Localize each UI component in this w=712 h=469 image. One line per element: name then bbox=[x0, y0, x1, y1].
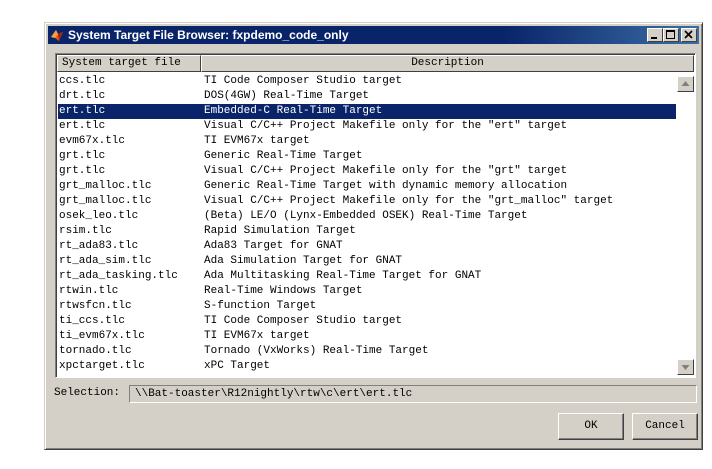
list-rows: ccs.tlc TI Code Composer Studio target drt… bbox=[58, 74, 676, 374]
table-row[interactable]: ert.tlc Embedded-C Real-Time Target bbox=[58, 104, 676, 119]
ok-button[interactable]: OK bbox=[558, 413, 624, 440]
close-icon[interactable] bbox=[681, 28, 697, 42]
row-file-name: rt_ada_sim.tlc bbox=[59, 255, 152, 267]
table-row[interactable]: rtwsfcn.tlc S-function Target bbox=[58, 299, 676, 314]
target-file-list[interactable]: System target file Description ccs.tlc TI… bbox=[55, 53, 696, 378]
vertical-scrollbar[interactable] bbox=[677, 73, 694, 376]
row-description: Real-Time Windows Target bbox=[204, 285, 363, 297]
selection-label: Selection: bbox=[54, 387, 121, 399]
row-description: TI Code Composer Studio target bbox=[204, 75, 403, 87]
row-description: Generic Real-Time Target bbox=[204, 150, 363, 162]
row-file-name: drt.tlc bbox=[59, 90, 106, 102]
table-row[interactable]: evm67x.tlc TI EVM67x target bbox=[58, 134, 676, 149]
row-description: xPC Target bbox=[204, 360, 271, 372]
row-description: TI EVM67x target bbox=[204, 330, 310, 342]
list-header: System target file Description bbox=[57, 55, 694, 72]
table-row[interactable]: grt_malloc.tlc Visual C/C++ Project Makef… bbox=[58, 194, 676, 209]
row-file-name: grt_malloc.tlc bbox=[59, 180, 152, 192]
table-row[interactable]: rt_ada_tasking.tlc Ada Multitasking Real-… bbox=[58, 269, 676, 284]
row-file-name: xpctarget.tlc bbox=[59, 360, 145, 372]
row-description: DOS(4GW) Real-Time Target bbox=[204, 90, 370, 102]
table-row[interactable]: grt.tlc Visual C/C++ Project Makefile onl… bbox=[58, 164, 676, 179]
table-row[interactable]: ert.tlc Visual C/C++ Project Makefile onl… bbox=[58, 119, 676, 134]
table-row[interactable]: rsim.tlc Rapid Simulation Target bbox=[58, 224, 676, 239]
row-file-name: grt.tlc bbox=[59, 165, 106, 177]
row-file-name: ert.tlc bbox=[59, 105, 106, 117]
row-file-name: evm67x.tlc bbox=[59, 135, 126, 147]
table-row[interactable]: rt_ada83.tlc Ada83 Target for GNAT bbox=[58, 239, 676, 254]
table-row[interactable]: xpctarget.tlc xPC Target bbox=[58, 359, 676, 374]
window-title: System Target File Browser: fxpdemo_code… bbox=[68, 28, 349, 42]
row-file-name: rt_ada_tasking.tlc bbox=[59, 270, 178, 282]
title-bar[interactable]: System Target File Browser: fxpdemo_code… bbox=[48, 26, 699, 44]
row-description: Visual C/C++ Project Makefile only for t… bbox=[204, 165, 568, 177]
matlab-icon bbox=[50, 28, 64, 42]
scroll-down-icon[interactable] bbox=[677, 359, 694, 375]
row-file-name: ert.tlc bbox=[59, 120, 106, 132]
row-description: S-function Target bbox=[204, 300, 317, 312]
table-row[interactable]: rt_ada_sim.tlc Ada Simulation Target for … bbox=[58, 254, 676, 269]
row-file-name: ti_evm67x.tlc bbox=[59, 330, 145, 342]
row-file-name: rt_ada83.tlc bbox=[59, 240, 139, 252]
row-description: (Beta) LE/O (Lynx-Embedded OSEK) Real-Ti… bbox=[204, 210, 528, 222]
selection-path-field[interactable]: \\Bat-toaster\R12nightly\rtw\c\ert\ert.t… bbox=[129, 385, 697, 403]
row-description: Rapid Simulation Target bbox=[204, 225, 356, 237]
table-row[interactable]: rtwin.tlc Real-Time Windows Target bbox=[58, 284, 676, 299]
table-row[interactable]: ti_ccs.tlc TI Code Composer Studio target bbox=[58, 314, 676, 329]
table-row[interactable]: grt.tlc Generic Real-Time Target bbox=[58, 149, 676, 164]
cancel-button[interactable]: Cancel bbox=[632, 413, 698, 440]
row-file-name: grt_malloc.tlc bbox=[59, 195, 152, 207]
row-description: Ada83 Target for GNAT bbox=[204, 240, 343, 252]
row-description: TI Code Composer Studio target bbox=[204, 315, 403, 327]
row-file-name: ccs.tlc bbox=[59, 75, 106, 87]
table-row[interactable]: drt.tlc DOS(4GW) Real-Time Target bbox=[58, 89, 676, 104]
scroll-up-icon[interactable] bbox=[677, 76, 694, 92]
row-description: Ada Simulation Target for GNAT bbox=[204, 255, 403, 267]
row-file-name: ti_ccs.tlc bbox=[59, 315, 126, 327]
maximize-icon[interactable] bbox=[663, 28, 679, 42]
table-row[interactable]: tornado.tlc Tornado (VxWorks) Real-Time T… bbox=[58, 344, 676, 359]
table-row[interactable]: ti_evm67x.tlc TI EVM67x target bbox=[58, 329, 676, 344]
table-row[interactable]: grt_malloc.tlc Generic Real-Time Target w… bbox=[58, 179, 676, 194]
column-header-description[interactable]: Description bbox=[201, 55, 694, 72]
table-row[interactable]: osek_leo.tlc (Beta) LE/O (Lynx-Embedded O… bbox=[58, 209, 676, 224]
target-file-browser-window: System Target File Browser: fxpdemo_code… bbox=[44, 22, 703, 450]
row-file-name: osek_leo.tlc bbox=[59, 210, 139, 222]
row-file-name: rsim.tlc bbox=[59, 225, 112, 237]
row-description: Embedded-C Real-Time Target bbox=[204, 105, 383, 117]
row-file-name: rtwin.tlc bbox=[59, 285, 119, 297]
row-description: Visual C/C++ Project Makefile only for t… bbox=[204, 120, 568, 132]
column-header-file[interactable]: System target file bbox=[57, 55, 201, 72]
row-file-name: rtwsfcn.tlc bbox=[59, 300, 132, 312]
row-file-name: tornado.tlc bbox=[59, 345, 132, 357]
table-row[interactable]: ccs.tlc TI Code Composer Studio target bbox=[58, 74, 676, 89]
row-description: TI EVM67x target bbox=[204, 135, 310, 147]
minimize-icon[interactable] bbox=[647, 28, 663, 42]
row-file-name: grt.tlc bbox=[59, 150, 106, 162]
row-description: Visual C/C++ Project Makefile only for t… bbox=[204, 195, 614, 207]
row-description: Ada Multitasking Real-Time Target for GN… bbox=[204, 270, 482, 282]
row-description: Tornado (VxWorks) Real-Time Target bbox=[204, 345, 429, 357]
row-description: Generic Real-Time Target with dynamic me… bbox=[204, 180, 568, 192]
